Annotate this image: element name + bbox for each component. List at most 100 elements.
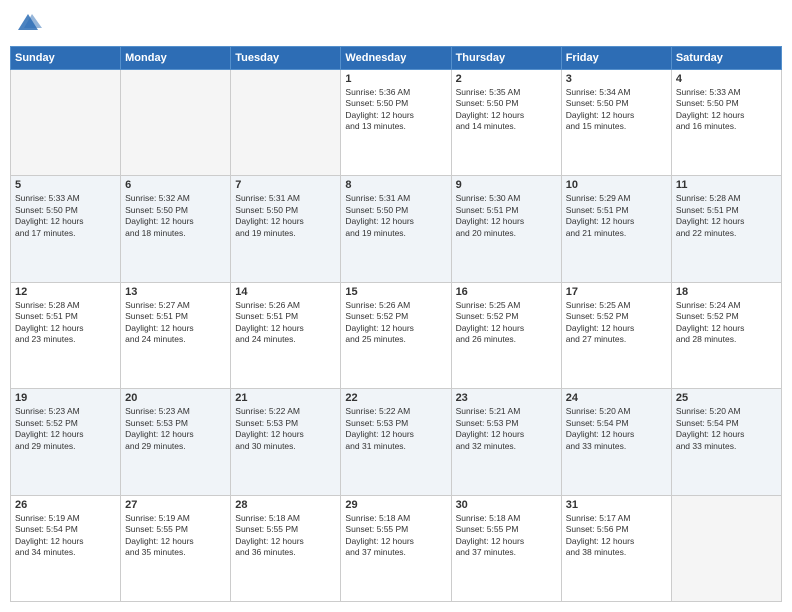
calendar-cell: 12 Sunrise: 5:28 AM Sunset: 5:51 PM Dayli… [11,282,121,388]
day-info: Sunrise: 5:22 AM Sunset: 5:53 PM Dayligh… [235,406,336,452]
day-number: 29 [345,499,446,511]
day-info: Sunrise: 5:31 AM Sunset: 5:50 PM Dayligh… [235,193,336,239]
day-info: Sunrise: 5:26 AM Sunset: 5:51 PM Dayligh… [235,300,336,346]
calendar-cell [231,70,341,176]
calendar-cell: 31 Sunrise: 5:17 AM Sunset: 5:56 PM Dayli… [561,495,671,601]
weekday-header-wednesday: Wednesday [341,47,451,70]
day-info: Sunrise: 5:36 AM Sunset: 5:50 PM Dayligh… [345,87,446,133]
day-number: 18 [676,286,777,298]
day-number: 6 [125,179,226,191]
calendar-week-2: 5 Sunrise: 5:33 AM Sunset: 5:50 PM Daylig… [11,176,782,282]
day-info: Sunrise: 5:28 AM Sunset: 5:51 PM Dayligh… [676,193,777,239]
weekday-header-tuesday: Tuesday [231,47,341,70]
calendar-cell [671,495,781,601]
calendar-cell: 28 Sunrise: 5:18 AM Sunset: 5:55 PM Dayli… [231,495,341,601]
calendar-cell: 10 Sunrise: 5:29 AM Sunset: 5:51 PM Dayli… [561,176,671,282]
header [10,10,782,38]
day-info: Sunrise: 5:26 AM Sunset: 5:52 PM Dayligh… [345,300,446,346]
calendar-cell: 18 Sunrise: 5:24 AM Sunset: 5:52 PM Dayli… [671,282,781,388]
day-number: 19 [15,392,116,404]
day-info: Sunrise: 5:24 AM Sunset: 5:52 PM Dayligh… [676,300,777,346]
calendar-cell: 1 Sunrise: 5:36 AM Sunset: 5:50 PM Daylig… [341,70,451,176]
day-number: 20 [125,392,226,404]
calendar-cell: 6Sunrise: 5:32 AM Sunset: 5:50 PM Daylig… [121,176,231,282]
day-info: Sunrise: 5:25 AM Sunset: 5:52 PM Dayligh… [566,300,667,346]
weekday-header-saturday: Saturday [671,47,781,70]
calendar-cell [121,70,231,176]
weekday-header-friday: Friday [561,47,671,70]
day-info: Sunrise: 5:20 AM Sunset: 5:54 PM Dayligh… [566,406,667,452]
calendar-cell: 21Sunrise: 5:22 AM Sunset: 5:53 PM Dayli… [231,389,341,495]
day-info: Sunrise: 5:30 AM Sunset: 5:51 PM Dayligh… [456,193,557,239]
calendar: SundayMondayTuesdayWednesdayThursdayFrid… [10,46,782,602]
page: SundayMondayTuesdayWednesdayThursdayFrid… [0,0,792,612]
day-info: Sunrise: 5:28 AM Sunset: 5:51 PM Dayligh… [15,300,116,346]
day-info: Sunrise: 5:19 AM Sunset: 5:54 PM Dayligh… [15,513,116,559]
calendar-week-3: 12 Sunrise: 5:28 AM Sunset: 5:51 PM Dayli… [11,282,782,388]
logo [14,10,46,38]
day-info: Sunrise: 5:18 AM Sunset: 5:55 PM Dayligh… [235,513,336,559]
day-info: Sunrise: 5:18 AM Sunset: 5:55 PM Dayligh… [456,513,557,559]
calendar-cell: 8 Sunrise: 5:31 AM Sunset: 5:50 PM Daylig… [341,176,451,282]
day-info: Sunrise: 5:35 AM Sunset: 5:50 PM Dayligh… [456,87,557,133]
calendar-cell: 11 Sunrise: 5:28 AM Sunset: 5:51 PM Dayli… [671,176,781,282]
calendar-week-1: 1 Sunrise: 5:36 AM Sunset: 5:50 PM Daylig… [11,70,782,176]
calendar-cell [11,70,121,176]
calendar-cell: 23 Sunrise: 5:21 AM Sunset: 5:53 PM Dayli… [451,389,561,495]
day-number: 8 [345,179,446,191]
day-number: 31 [566,499,667,511]
calendar-cell: 24 Sunrise: 5:20 AM Sunset: 5:54 PM Dayli… [561,389,671,495]
day-number: 12 [15,286,116,298]
weekday-header-sunday: Sunday [11,47,121,70]
day-info: Sunrise: 5:22 AM Sunset: 5:53 PM Dayligh… [345,406,446,452]
day-info: Sunrise: 5:18 AM Sunset: 5:55 PM Dayligh… [345,513,446,559]
day-number: 28 [235,499,336,511]
day-info: Sunrise: 5:33 AM Sunset: 5:50 PM Dayligh… [15,193,116,239]
weekday-header-row: SundayMondayTuesdayWednesdayThursdayFrid… [11,47,782,70]
day-number: 10 [566,179,667,191]
day-info: Sunrise: 5:31 AM Sunset: 5:50 PM Dayligh… [345,193,446,239]
day-number: 7 [235,179,336,191]
day-number: 24 [566,392,667,404]
day-number: 22 [345,392,446,404]
day-info: Sunrise: 5:33 AM Sunset: 5:50 PM Dayligh… [676,87,777,133]
day-number: 26 [15,499,116,511]
day-number: 2 [456,73,557,85]
day-info: Sunrise: 5:23 AM Sunset: 5:52 PM Dayligh… [15,406,116,452]
calendar-cell: 30Sunrise: 5:18 AM Sunset: 5:55 PM Dayli… [451,495,561,601]
calendar-cell: 2 Sunrise: 5:35 AM Sunset: 5:50 PM Daylig… [451,70,561,176]
calendar-cell: 26 Sunrise: 5:19 AM Sunset: 5:54 PM Dayli… [11,495,121,601]
calendar-cell: 29 Sunrise: 5:18 AM Sunset: 5:55 PM Dayli… [341,495,451,601]
weekday-header-monday: Monday [121,47,231,70]
day-number: 5 [15,179,116,191]
calendar-cell: 3Sunrise: 5:34 AM Sunset: 5:50 PM Daylig… [561,70,671,176]
day-number: 11 [676,179,777,191]
calendar-cell: 5 Sunrise: 5:33 AM Sunset: 5:50 PM Daylig… [11,176,121,282]
calendar-cell: 7 Sunrise: 5:31 AM Sunset: 5:50 PM Daylig… [231,176,341,282]
calendar-week-5: 26 Sunrise: 5:19 AM Sunset: 5:54 PM Dayli… [11,495,782,601]
calendar-cell: 14 Sunrise: 5:26 AM Sunset: 5:51 PM Dayli… [231,282,341,388]
day-number: 14 [235,286,336,298]
calendar-cell: 17 Sunrise: 5:25 AM Sunset: 5:52 PM Dayli… [561,282,671,388]
day-info: Sunrise: 5:29 AM Sunset: 5:51 PM Dayligh… [566,193,667,239]
day-info: Sunrise: 5:21 AM Sunset: 5:53 PM Dayligh… [456,406,557,452]
day-info: Sunrise: 5:25 AM Sunset: 5:52 PM Dayligh… [456,300,557,346]
day-number: 9 [456,179,557,191]
day-number: 23 [456,392,557,404]
calendar-cell: 19 Sunrise: 5:23 AM Sunset: 5:52 PM Dayli… [11,389,121,495]
day-info: Sunrise: 5:34 AM Sunset: 5:50 PM Dayligh… [566,87,667,133]
day-number: 16 [456,286,557,298]
calendar-cell: 9 Sunrise: 5:30 AM Sunset: 5:51 PM Daylig… [451,176,561,282]
day-number: 27 [125,499,226,511]
logo-icon [14,10,42,38]
day-number: 1 [345,73,446,85]
calendar-cell: 16 Sunrise: 5:25 AM Sunset: 5:52 PM Dayli… [451,282,561,388]
day-info: Sunrise: 5:19 AM Sunset: 5:55 PM Dayligh… [125,513,226,559]
day-info: Sunrise: 5:23 AM Sunset: 5:53 PM Dayligh… [125,406,226,452]
day-info: Sunrise: 5:17 AM Sunset: 5:56 PM Dayligh… [566,513,667,559]
calendar-cell: 27 Sunrise: 5:19 AM Sunset: 5:55 PM Dayli… [121,495,231,601]
calendar-week-4: 19 Sunrise: 5:23 AM Sunset: 5:52 PM Dayli… [11,389,782,495]
calendar-cell: 20 Sunrise: 5:23 AM Sunset: 5:53 PM Dayli… [121,389,231,495]
day-number: 15 [345,286,446,298]
day-number: 17 [566,286,667,298]
